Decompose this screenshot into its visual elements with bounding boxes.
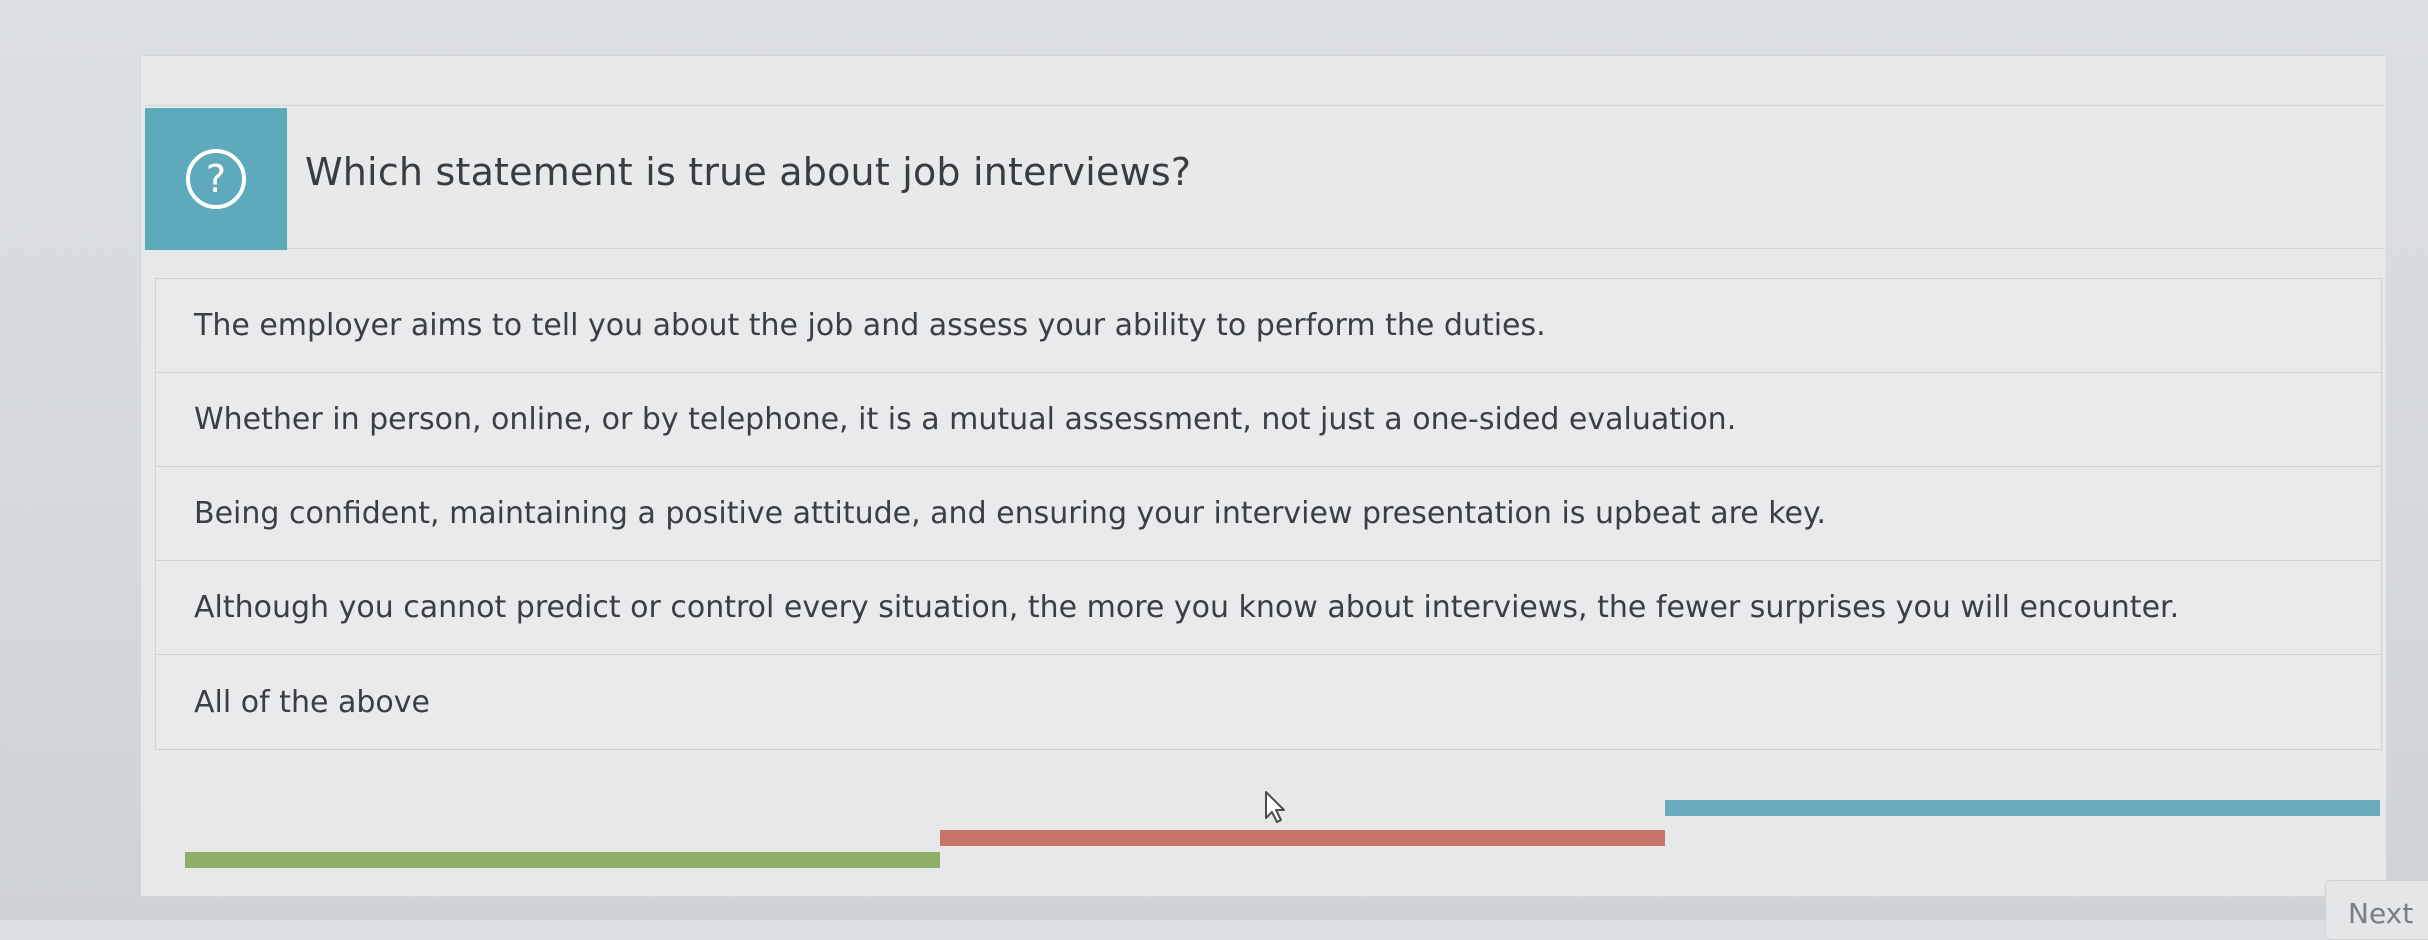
- question-circle-icon[interactable]: ?: [186, 149, 246, 209]
- progress-segment-blue: [1665, 800, 2380, 816]
- answer-list: The employer aims to tell you about the …: [155, 278, 2382, 750]
- answer-option-2[interactable]: Whether in person, online, or by telepho…: [156, 373, 2381, 467]
- mouse-cursor-icon: [1265, 791, 1285, 823]
- next-button[interactable]: Next: [2325, 880, 2428, 940]
- question-text: Which statement is true about job interv…: [305, 150, 1192, 194]
- answer-option-4[interactable]: Although you cannot predict or control e…: [156, 561, 2381, 655]
- answer-option-1[interactable]: The employer aims to tell you about the …: [156, 279, 2381, 373]
- answer-option-5[interactable]: All of the above: [156, 655, 2381, 749]
- progress-segment-green: [185, 852, 940, 868]
- answer-option-3[interactable]: Being confident, maintaining a positive …: [156, 467, 2381, 561]
- progress-segment-red: [940, 830, 1665, 846]
- help-badge[interactable]: ?: [145, 108, 287, 250]
